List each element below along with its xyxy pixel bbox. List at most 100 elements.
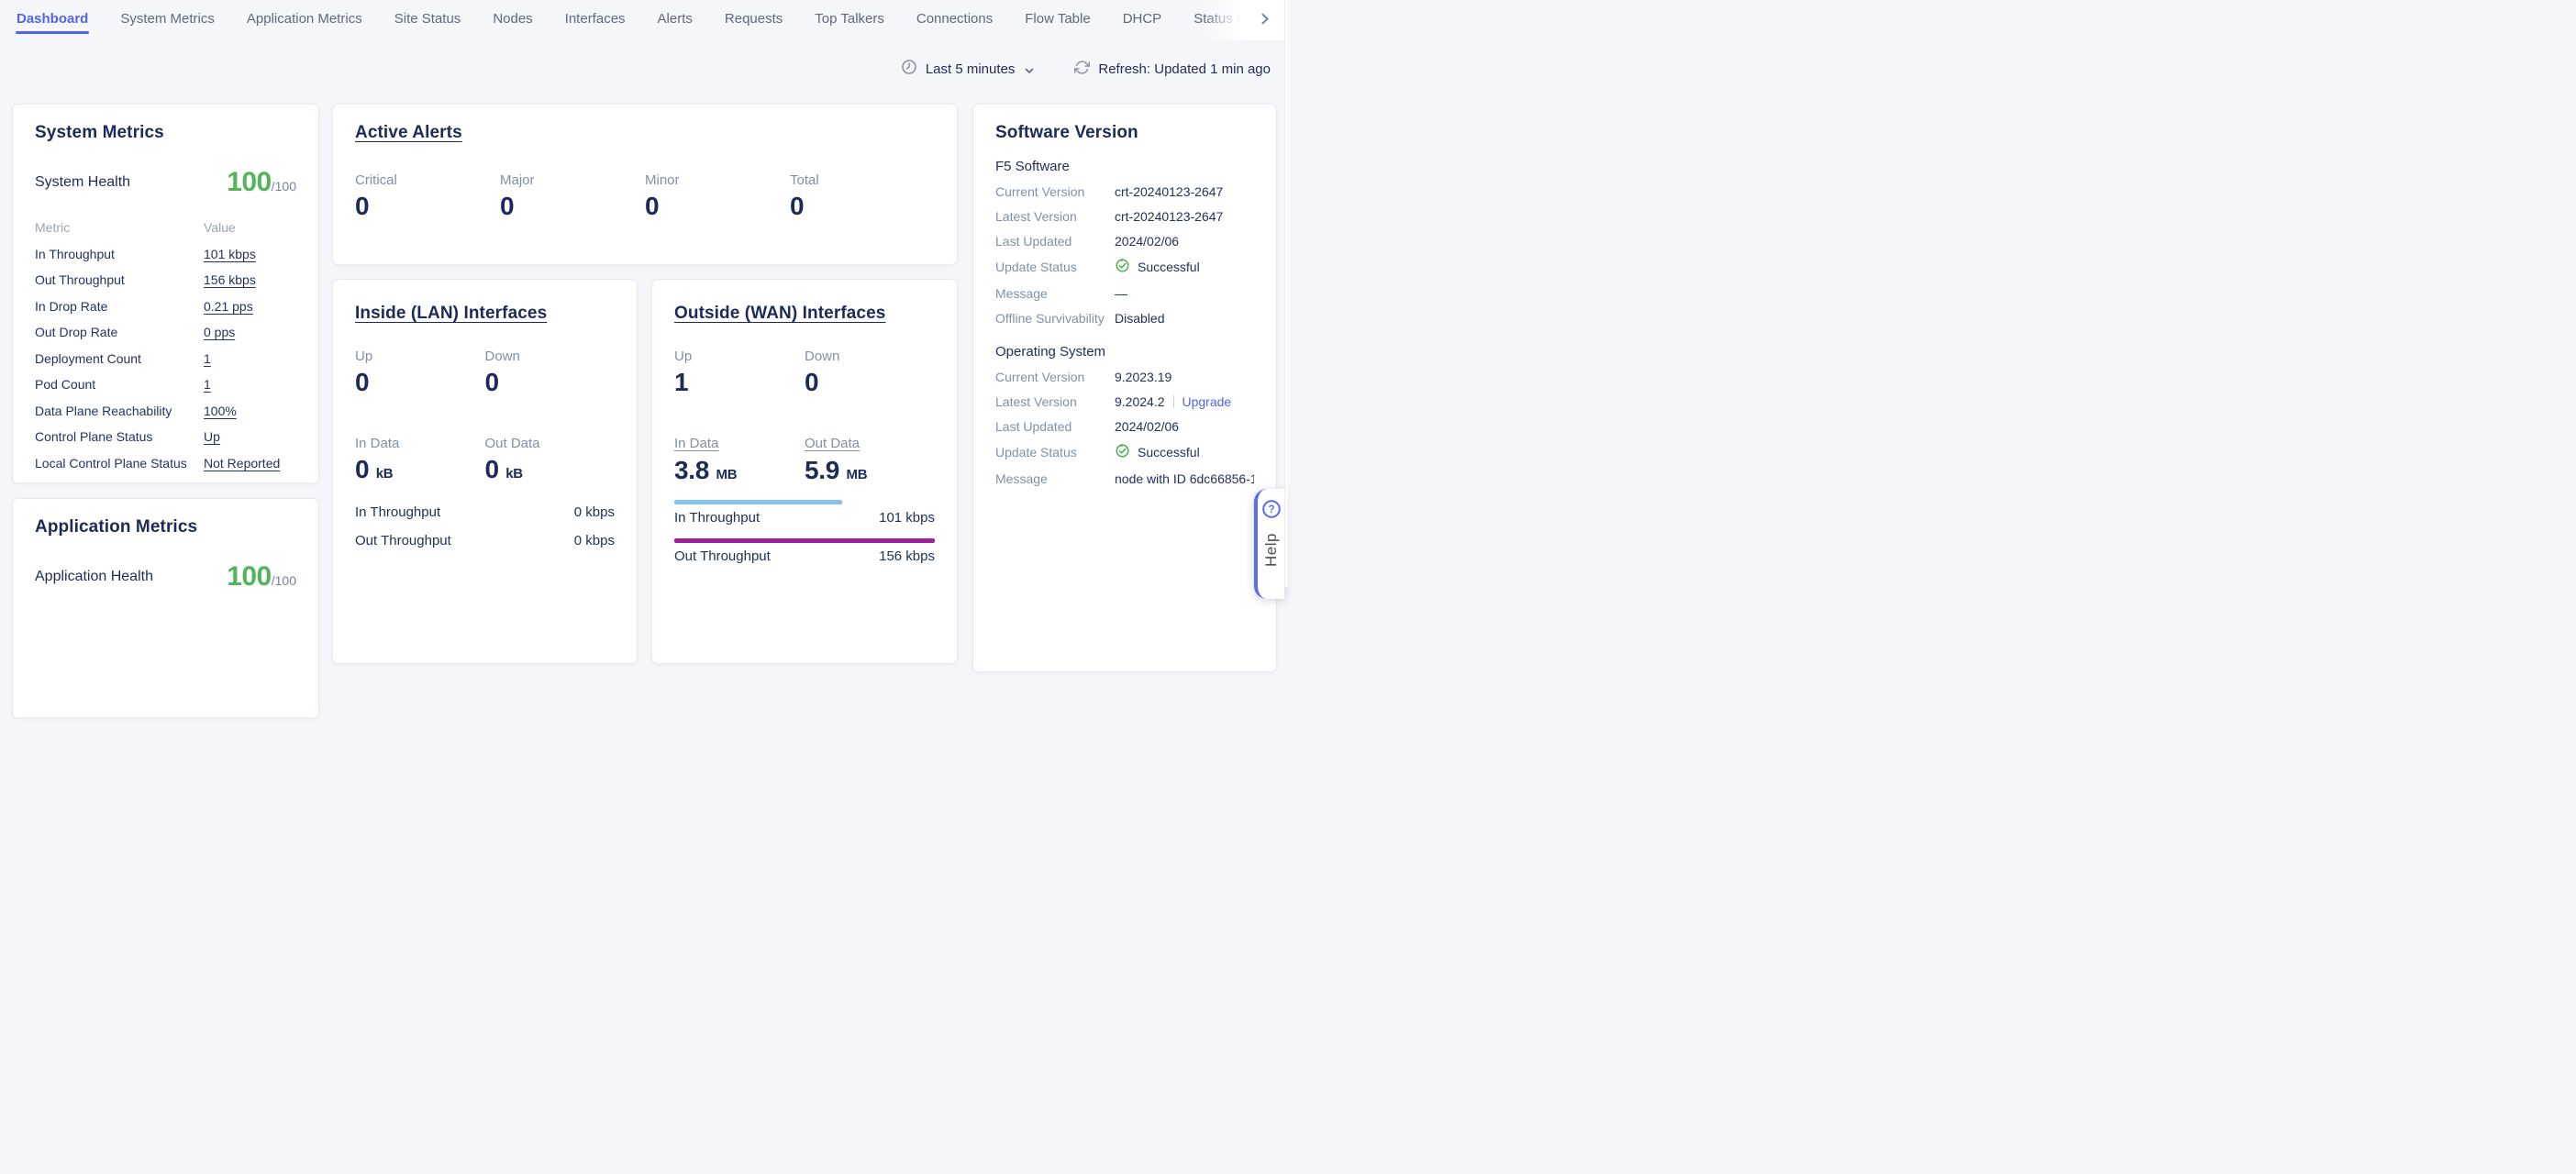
application-health-label: Application Health: [35, 569, 153, 585]
success-check-icon: [1115, 258, 1130, 276]
table-row: Current Version crt-20240123-2647: [995, 183, 1254, 199]
tab-requests[interactable]: Requests: [725, 0, 783, 37]
update-status-text: Successful: [1138, 445, 1200, 460]
table-row: Pod Count1: [35, 377, 296, 392]
lan-in-data: In Data 0 kB: [355, 436, 485, 484]
wan-interfaces-card: Outside (WAN) Interfaces Up 1 Down 0 In …: [651, 279, 958, 664]
help-tab[interactable]: ? Help: [1254, 489, 1284, 599]
tab-nodes[interactable]: Nodes: [493, 0, 532, 37]
alert-critical: Critical 0: [355, 172, 500, 221]
metric-label: In Throughput: [35, 247, 204, 261]
wan-in-data-link[interactable]: In Data: [674, 436, 718, 451]
table-row: Data Plane Reachability100%: [35, 404, 296, 418]
metric-value-link[interactable]: 100%: [204, 404, 296, 418]
lan-out-throughput-row: Out Throughput0 kbps: [355, 533, 615, 548]
system-metrics-card: System Metrics System Health 100/100 Met…: [12, 104, 319, 483]
table-row: In Throughput101 kbps: [35, 247, 296, 261]
metric-value-link[interactable]: 0 pps: [204, 325, 296, 339]
table-row: Control Plane StatusUp: [35, 429, 296, 444]
metric-label: Out Drop Rate: [35, 325, 204, 339]
value-column-header: Value: [204, 220, 296, 235]
wan-out-throughput-row: Out Throughput156 kbps: [674, 538, 935, 564]
metric-value-link[interactable]: Up: [204, 429, 296, 444]
success-check-icon: [1115, 443, 1130, 461]
software-version-card: Software Version F5 Software Current Ver…: [972, 104, 1277, 672]
active-alerts-card: Active Alerts Critical 0 Major 0 Minor 0…: [332, 104, 958, 265]
metrics-table: In Throughput101 kbps Out Throughput156 …: [35, 247, 296, 471]
metric-value-link[interactable]: 0.21 pps: [204, 299, 296, 314]
alert-total: Total 0: [790, 172, 935, 221]
time-range-selector[interactable]: Last 5 minutes: [901, 59, 1035, 79]
metric-label: Control Plane Status: [35, 429, 204, 444]
tab-system-metrics[interactable]: System Metrics: [120, 0, 215, 37]
system-health-score: 100/100: [227, 167, 296, 198]
metric-value-link[interactable]: 1: [204, 377, 296, 392]
system-health-row: System Health 100/100: [35, 167, 296, 198]
tab-alerts[interactable]: Alerts: [658, 0, 693, 37]
wan-in-data: In Data 3.8 MB: [674, 436, 805, 485]
metric-label: Out Throughput: [35, 272, 204, 287]
wan-out-data-link[interactable]: Out Data: [805, 436, 860, 451]
metric-label: Deployment Count: [35, 351, 204, 366]
help-label: Help: [1262, 533, 1281, 567]
table-row: Out Drop Rate0 pps: [35, 325, 296, 339]
tab-dhcp[interactable]: DHCP: [1123, 0, 1162, 37]
nav-scroll-right-button[interactable]: [1258, 12, 1271, 28]
wan-up: Up 1: [674, 349, 805, 397]
out-throughput-bar: [674, 538, 935, 543]
alert-minor: Minor 0: [645, 172, 790, 221]
table-row: Update Status Successful: [995, 258, 1254, 276]
metric-label: Data Plane Reachability: [35, 404, 204, 418]
metric-value-link[interactable]: Not Reported: [204, 456, 296, 471]
table-row: Local Control Plane StatusNot Reported: [35, 456, 296, 471]
alert-major: Major 0: [500, 172, 645, 221]
application-metrics-title: Application Metrics: [35, 517, 296, 537]
lan-updown-grid: Up 0 Down 0: [355, 349, 615, 397]
system-health-label: System Health: [35, 174, 130, 191]
clock-icon: [901, 59, 917, 79]
tab-flow-table[interactable]: Flow Table: [1025, 0, 1090, 37]
table-row: Last Updated 2024/02/06: [995, 418, 1254, 434]
software-version-title: Software Version: [995, 123, 1254, 143]
nav-overflow-area: [1240, 0, 1288, 40]
update-status-text: Successful: [1138, 260, 1200, 274]
tab-interfaces[interactable]: Interfaces: [565, 0, 626, 37]
lan-throughput-rows: In Throughput0 kbps Out Throughput0 kbps: [355, 504, 615, 548]
active-alerts-title-link[interactable]: Active Alerts: [355, 123, 462, 142]
wan-throughput-rows: In Throughput101 kbps Out Throughput156 …: [674, 500, 935, 564]
application-metrics-card: Application Metrics Application Health 1…: [12, 498, 319, 718]
lan-down: Down 0: [485, 349, 616, 397]
refresh-status-label: Refresh: Updated 1 min ago: [1098, 61, 1271, 77]
system-metrics-title: System Metrics: [35, 123, 296, 143]
tab-dashboard[interactable]: Dashboard: [17, 0, 88, 37]
wan-interfaces-title-link[interactable]: Outside (WAN) Interfaces: [674, 304, 885, 323]
wan-down: Down 0: [805, 349, 935, 397]
time-range-label: Last 5 minutes: [926, 61, 1016, 77]
metric-column-header: Metric: [35, 220, 204, 235]
wan-data-grid: In Data 3.8 MB Out Data 5.9 MB: [674, 436, 935, 485]
tab-top-talkers[interactable]: Top Talkers: [815, 0, 884, 37]
refresh-control[interactable]: Refresh: Updated 1 min ago: [1074, 60, 1271, 79]
application-health-score: 100/100: [227, 561, 296, 593]
table-row: Out Throughput156 kbps: [35, 272, 296, 287]
lan-interfaces-title-link[interactable]: Inside (LAN) Interfaces: [355, 304, 547, 323]
chevron-down-icon: [1025, 62, 1034, 78]
table-row: Message node with ID 6dc66856-1...: [995, 471, 1254, 486]
tab-application-metrics[interactable]: Application Metrics: [247, 0, 362, 37]
upgrade-link[interactable]: Upgrade: [1183, 394, 1232, 409]
top-nav: Dashboard System Metrics Application Met…: [0, 0, 1288, 37]
metric-value-link[interactable]: 156 kbps: [204, 272, 296, 287]
metric-value-link[interactable]: 101 kbps: [204, 247, 296, 261]
tab-site-status[interactable]: Site Status: [394, 0, 461, 37]
metrics-table-header: Metric Value: [35, 220, 296, 235]
wan-in-throughput-row: In Throughput101 kbps: [674, 500, 935, 526]
os-latest-version: 9.2024.2: [1115, 394, 1165, 409]
metric-label: Pod Count: [35, 377, 204, 392]
table-row: Latest Version 9.2024.2 Upgrade: [995, 393, 1254, 409]
chevron-right-icon: [1258, 12, 1271, 28]
wan-out-data: Out Data 5.9 MB: [805, 436, 935, 485]
tab-connections[interactable]: Connections: [916, 0, 993, 37]
metric-value-link[interactable]: 1: [204, 351, 296, 366]
table-row: Update Status Successful: [995, 443, 1254, 461]
scrollbar-gutter[interactable]: [1284, 0, 1288, 587]
